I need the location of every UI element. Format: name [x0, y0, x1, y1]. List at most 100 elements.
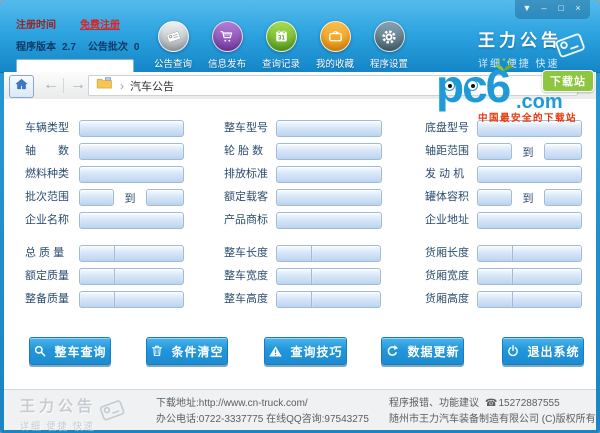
field-label-vehicle-width: 整车宽度: [224, 268, 282, 285]
company-address-input[interactable]: [477, 212, 582, 229]
minimize-button[interactable]: –: [537, 2, 551, 15]
button-label: 退出系统: [527, 343, 579, 360]
total-mass-max-input[interactable]: [114, 245, 184, 262]
toolbar-label: 程序设置: [362, 56, 416, 70]
tank-volume-from-input[interactable]: [477, 189, 512, 206]
breadcrumb-bar[interactable]: › 汽车公告: [88, 75, 578, 96]
vehicle-height-min-input[interactable]: [276, 291, 312, 308]
toolbar-query-history[interactable]: 31查询记录: [254, 21, 308, 70]
skin-button[interactable]: ▼: [520, 2, 534, 15]
home-button[interactable]: [9, 75, 34, 98]
power-icon: [506, 344, 520, 358]
toolbar-program-settings[interactable]: 程序设置: [362, 21, 416, 70]
vehicle-height-max-input[interactable]: [311, 291, 381, 308]
batch-range-to-input[interactable]: [146, 189, 184, 206]
tank-volume-to-input[interactable]: [544, 189, 582, 206]
chevron-right-icon: ›: [120, 79, 124, 93]
rated-mass-min-input[interactable]: [79, 268, 115, 285]
query-history-icon: 31: [266, 21, 297, 52]
field-label-cargo-height: 货厢高度: [425, 291, 483, 308]
footer-contact: 下载地址:http://www.cn-truck.com/ 办公电话:0722-…: [156, 396, 369, 428]
cargo-length-min-input[interactable]: [477, 245, 513, 262]
vehicle-width-min-input[interactable]: [276, 268, 312, 285]
wheelbase-range-to-input[interactable]: [544, 143, 582, 160]
vehicle-model-input[interactable]: [276, 120, 382, 137]
back-button[interactable]: ←: [40, 72, 62, 99]
vehicle-type-input[interactable]: [79, 120, 184, 137]
field-total-mass: [79, 245, 184, 262]
navigation-bar: ← → › 汽车公告: [4, 72, 596, 100]
breadcrumb: 汽车公告: [130, 78, 174, 94]
button-label: 条件清空: [171, 343, 223, 360]
toolbar-label: 我的收藏: [308, 56, 362, 70]
vehicle-query-button[interactable]: 整车查询: [29, 337, 111, 365]
clear-conditions-button[interactable]: 条件清空: [146, 337, 228, 365]
vehicle-length-min-input[interactable]: [276, 245, 312, 262]
rated-passengers-input[interactable]: [276, 189, 382, 206]
cargo-width-max-input[interactable]: [512, 268, 582, 285]
fuel-type-input[interactable]: [79, 166, 184, 183]
field-vehicle-width: [276, 268, 382, 285]
free-register-link[interactable]: 免费注册: [80, 20, 120, 31]
field-label-fuel-type: 燃料种类: [25, 166, 83, 183]
toolbar-announcement-query[interactable]: 公告查询: [146, 21, 200, 70]
wheelbase-range-from-input[interactable]: [477, 143, 512, 160]
exit-system-button[interactable]: 退出系统: [502, 337, 584, 365]
footer-brand-tagline: 详细 便捷 快速: [20, 419, 96, 432]
cargo-height-max-input[interactable]: [512, 291, 582, 308]
field-batch-range: 到: [79, 189, 184, 206]
chassis-model-input[interactable]: [477, 120, 582, 137]
refresh-icon: [385, 344, 400, 359]
field-label-cargo-width: 货厢宽度: [425, 268, 483, 285]
home-icon: [14, 77, 29, 97]
curb-mass-max-input[interactable]: [114, 291, 184, 308]
data-update-button[interactable]: 数据更新: [381, 337, 464, 365]
product-brand-input[interactable]: [276, 212, 382, 229]
back-icon: ←: [43, 76, 59, 93]
field-cargo-length: [477, 245, 582, 262]
phone-icon: ☎: [485, 398, 497, 409]
field-label-company-name: 企业名称: [25, 212, 83, 229]
field-label-tank-volume: 罐体容积: [425, 189, 483, 206]
vehicle-width-max-input[interactable]: [311, 268, 381, 285]
tire-count-input[interactable]: [276, 143, 382, 160]
trash-icon: [150, 344, 164, 358]
button-label: 整车查询: [54, 343, 106, 360]
cargo-height-min-input[interactable]: [477, 291, 513, 308]
axle-count-input[interactable]: [79, 143, 184, 160]
range-to-label: 到: [523, 144, 534, 160]
window-controls: ▼ – □ ×: [515, 0, 590, 19]
field-label-company-address: 企业地址: [425, 212, 483, 229]
field-label-engine: 发 动 机: [425, 166, 483, 183]
batch-range-from-input[interactable]: [79, 189, 114, 206]
vehicle-length-max-input[interactable]: [311, 245, 381, 262]
field-rated-mass: [79, 268, 184, 285]
copyright-text: 随州市王力汽车装备制造有限公司 (C)版权所有: [389, 412, 596, 428]
range-to-label: 到: [125, 190, 136, 206]
footer: 王力公告 详细 便捷 快速 下载地址:http://www.cn-truck.c…: [4, 389, 596, 430]
field-fuel-type: [79, 166, 184, 183]
field-label-curb-mass: 整备质量: [25, 291, 83, 308]
field-company-name: [79, 212, 184, 229]
total-mass-min-input[interactable]: [79, 245, 115, 262]
cargo-width-min-input[interactable]: [477, 268, 513, 285]
serial-input[interactable]: [16, 59, 134, 73]
field-label-emission-standard: 排放标准: [224, 166, 282, 183]
batch-label: 公告批次: [88, 42, 128, 53]
emission-standard-input[interactable]: [276, 166, 382, 183]
cargo-length-max-input[interactable]: [512, 245, 582, 262]
curb-mass-min-input[interactable]: [79, 291, 115, 308]
field-label-wheelbase-range: 轴距范围: [425, 143, 483, 160]
toolbar-my-favorites[interactable]: 我的收藏: [308, 21, 362, 70]
close-button[interactable]: ×: [571, 2, 585, 15]
company-name-input[interactable]: [79, 212, 184, 229]
query-tips-button[interactable]: 查询技巧: [264, 337, 347, 365]
button-label: 查询技巧: [290, 343, 342, 360]
footer-brand: 王力公告 详细 便捷 快速: [20, 395, 96, 432]
toolbar-info-publish[interactable]: 信息发布: [200, 21, 254, 70]
header: ▼ – □ × 注册时间免费注册 程序版本2.7公告批次0 公告查询信息发布31…: [0, 0, 600, 73]
engine-input[interactable]: [477, 166, 582, 183]
rated-mass-max-input[interactable]: [114, 268, 184, 285]
forward-button[interactable]: →: [67, 72, 89, 99]
maximize-button[interactable]: □: [554, 2, 568, 15]
